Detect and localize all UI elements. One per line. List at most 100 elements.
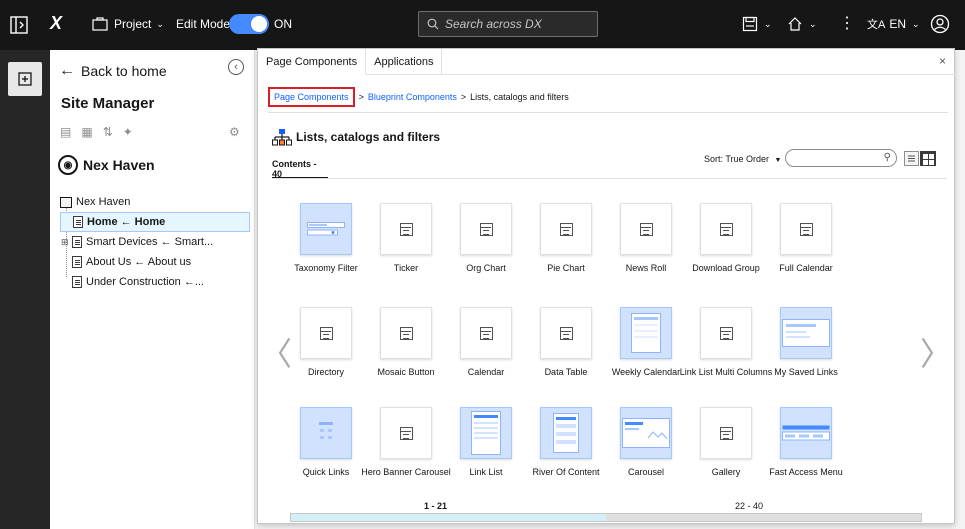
fast-access-thumbnail — [782, 425, 830, 441]
quick-links-thumbnail — [319, 422, 333, 439]
component-thumbnail[interactable] — [780, 307, 832, 359]
language-menu[interactable]: 文A EN ⌄ — [867, 16, 920, 32]
progress-fill — [291, 514, 606, 521]
close-icon[interactable]: × — [939, 54, 946, 68]
edit-mode-state: ON — [274, 17, 292, 31]
language-label: EN — [889, 17, 907, 31]
tab-applications[interactable]: Applications — [366, 49, 443, 75]
component-thumbnail[interactable] — [300, 407, 352, 459]
move-up-icon[interactable]: ⇅ — [103, 125, 113, 139]
save-menu[interactable]: ⌄ — [742, 16, 772, 32]
new-site-icon[interactable]: ▤ — [60, 125, 71, 139]
sort-label: Sort: True Order — [704, 154, 770, 164]
component-thumbnail[interactable] — [460, 307, 512, 359]
search-input[interactable] — [445, 17, 585, 31]
tree-item-label: About Us ← About us — [86, 256, 192, 268]
component-thumbnail[interactable] — [620, 307, 672, 359]
filter-input[interactable] — [792, 151, 882, 165]
search-icon[interactable]: ⚲ — [884, 152, 891, 163]
component-card[interactable]: Fast Access Menu — [751, 407, 861, 478]
dialog-tabs: Page Components Applications — [258, 49, 956, 75]
component-thumbnail[interactable] — [540, 203, 592, 255]
next-page-icon[interactable]: 〉 — [920, 329, 952, 375]
component-icon — [639, 222, 653, 236]
toggle-knob — [251, 16, 267, 32]
component-thumbnail[interactable] — [380, 307, 432, 359]
breadcrumb-blueprint-components[interactable]: Blueprint Components — [368, 92, 457, 102]
sparkle-icon[interactable]: ✦ — [123, 125, 133, 139]
sort-dropdown[interactable]: Sort: True Order ▼ — [704, 154, 781, 164]
search-icon — [427, 18, 439, 30]
component-thumbnail[interactable] — [460, 203, 512, 255]
component-thumbnail[interactable] — [620, 407, 672, 459]
component-thumbnail[interactable] — [300, 203, 352, 255]
site-manager-panel: ← Back to home ‹ Site Manager ▤ ▦ ⇅ ✦ ⚙ … — [50, 50, 255, 529]
project-label: Project — [114, 17, 152, 31]
weekly-calendar-thumbnail — [631, 313, 661, 353]
expand-icon[interactable]: ⊞ — [61, 237, 69, 248]
component-label: Fast Access Menu — [769, 467, 843, 477]
logo[interactable]: X — [50, 13, 62, 34]
project-menu[interactable]: Project ⌄ — [92, 17, 164, 31]
site-tree-icon — [60, 196, 72, 208]
add-content-button[interactable] — [8, 62, 42, 96]
divider — [272, 178, 947, 179]
tree-item-about-us[interactable]: About Us ← About us — [60, 252, 250, 272]
collapse-panel-icon[interactable]: ‹ — [228, 59, 244, 75]
component-thumbnail[interactable] — [700, 203, 752, 255]
component-icon — [479, 326, 493, 340]
more-options-icon[interactable]: ⋮ — [839, 13, 855, 33]
back-to-home-link[interactable]: ← Back to home — [59, 62, 167, 80]
tree-item-smart-devices[interactable]: ⊞ Smart Devices ← Smart... — [60, 232, 250, 252]
user-menu[interactable] — [930, 14, 950, 34]
grid-view-icon[interactable] — [920, 151, 936, 166]
component-thumbnail[interactable] — [380, 203, 432, 255]
sidebar-toggle-icon[interactable] — [10, 14, 32, 36]
component-thumbnail[interactable] — [300, 307, 352, 359]
translate-icon: 文A — [867, 19, 886, 31]
page-icon — [72, 276, 82, 288]
briefcase-icon — [92, 17, 108, 31]
component-thumbnail[interactable] — [380, 407, 432, 459]
section-title-label: Lists, catalogs and filters — [296, 130, 441, 144]
component-thumbnail[interactable] — [700, 407, 752, 459]
tree-item-under-construction[interactable]: Under Construction ←... — [60, 272, 250, 292]
component-thumbnail[interactable] — [700, 307, 752, 359]
component-card[interactable]: Full Calendar — [751, 203, 861, 274]
carousel-thumbnail — [622, 418, 670, 448]
tree-item-label: Under Construction ←... — [86, 276, 204, 288]
component-thumbnail[interactable] — [780, 407, 832, 459]
filter-field[interactable]: ⚲ — [785, 149, 897, 167]
tree-item-nex-haven[interactable]: Nex Haven — [60, 192, 250, 212]
component-thumbnail[interactable] — [620, 203, 672, 255]
site-name[interactable]: ◉ Nex Haven — [58, 155, 155, 175]
save-icon — [742, 16, 758, 32]
settings-icon[interactable]: ⚙ — [229, 125, 240, 139]
component-thumbnail[interactable] — [540, 407, 592, 459]
tree-item-label: Smart Devices ← Smart... — [86, 236, 214, 248]
pager-range-first[interactable]: 1 - 21 — [424, 501, 447, 511]
breadcrumb-highlight: Page Components — [268, 87, 355, 107]
page-icon — [72, 236, 82, 248]
pager-range-second[interactable]: 22 - 40 — [735, 501, 763, 511]
edit-mode-toggle[interactable] — [229, 14, 269, 34]
home-menu[interactable]: ⌄ — [787, 16, 817, 32]
tab-page-components[interactable]: Page Components — [258, 49, 367, 75]
component-thumbnail[interactable] — [540, 307, 592, 359]
tree-item-home[interactable]: Home ← Home — [60, 212, 250, 232]
page-progress-bar[interactable] — [290, 513, 922, 522]
component-thumbnail[interactable] — [780, 203, 832, 255]
new-page-icon[interactable]: ▦ — [81, 125, 92, 139]
site-tree: Nex Haven Home ← Home ⊞ Smart Devices ← … — [60, 192, 250, 292]
component-icon — [479, 222, 493, 236]
component-card[interactable]: My Saved Links — [751, 307, 861, 378]
chevron-down-icon: ⌄ — [764, 18, 772, 29]
component-thumbnail[interactable] — [460, 407, 512, 459]
tree-item-label: Nex Haven — [76, 196, 131, 208]
user-avatar-icon — [930, 14, 950, 34]
taxonomy-thumbnail — [307, 222, 345, 236]
list-view-icon[interactable] — [904, 151, 919, 166]
tab-contents[interactable]: Contents - 40 — [272, 153, 328, 179]
breadcrumb-page-components[interactable]: Page Components — [274, 92, 349, 102]
global-search[interactable] — [418, 11, 598, 37]
